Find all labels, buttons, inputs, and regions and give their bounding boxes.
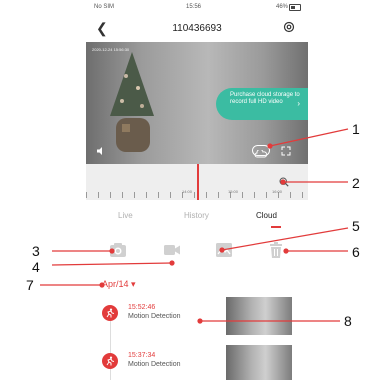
callout-number: 3 bbox=[32, 243, 40, 259]
timeline-label: 15:00 bbox=[228, 189, 239, 194]
callout-number: 2 bbox=[352, 175, 360, 191]
callout-number: 8 bbox=[344, 313, 352, 329]
trash-icon[interactable] bbox=[266, 240, 286, 260]
video-camera-icon[interactable] bbox=[162, 240, 182, 260]
speaker-icon[interactable] bbox=[96, 146, 106, 156]
event-type: Motion Detection bbox=[128, 313, 181, 320]
date-label: Apr/14 bbox=[102, 279, 129, 289]
event-thumbnail[interactable] bbox=[226, 297, 292, 335]
battery-icon bbox=[289, 4, 301, 11]
clock: 15:56 bbox=[186, 4, 202, 10]
timeline-playhead[interactable] bbox=[197, 164, 199, 200]
event-time: 15:37:34 bbox=[128, 352, 156, 359]
list-item[interactable]: 15:37:34 Motion Detection bbox=[86, 341, 308, 380]
camera-icon[interactable] bbox=[108, 240, 128, 260]
cloud-video-button[interactable] bbox=[252, 145, 270, 158]
event-time: 15:52:46 bbox=[128, 304, 156, 311]
app-header: ❮ 110436693 bbox=[86, 14, 308, 42]
caret-down-icon: ▾ bbox=[131, 279, 136, 289]
callout-number: 4 bbox=[32, 259, 40, 275]
tab-live[interactable]: Live bbox=[118, 211, 133, 220]
gear-icon[interactable] bbox=[282, 20, 296, 34]
motion-icon bbox=[102, 353, 118, 369]
timeline-label: 14:00 bbox=[182, 189, 193, 194]
event-type: Motion Detection bbox=[128, 361, 181, 368]
timeline-label: 16:00 bbox=[272, 189, 283, 194]
event-list: 15:52:46 Motion Detection 15:37:34 Motio… bbox=[86, 293, 308, 380]
christmas-tree-image bbox=[110, 52, 154, 152]
tab-history[interactable]: History bbox=[184, 211, 209, 220]
device-title: 110436693 bbox=[172, 23, 222, 34]
active-tab-indicator bbox=[271, 226, 281, 228]
date-selector[interactable]: Apr/14 ▾ bbox=[102, 279, 136, 290]
image-icon[interactable] bbox=[214, 240, 234, 260]
status-bar: No SIM 15:56 46% bbox=[86, 0, 308, 14]
callout-number: 1 bbox=[352, 121, 360, 137]
callout-number: 7 bbox=[26, 277, 34, 293]
timeline-scrubber[interactable]: 14:00 15:00 16:00 bbox=[86, 164, 308, 200]
battery-percent: 46% bbox=[275, 4, 288, 10]
live-video-view[interactable]: 2020-12-24 15:56:30 Purchase cloud stora… bbox=[86, 42, 308, 164]
promo-text: Purchase cloud storage to record full HD… bbox=[230, 92, 300, 105]
callout-number: 5 bbox=[352, 218, 360, 234]
motion-icon bbox=[102, 305, 118, 321]
list-item[interactable]: 15:52:46 Motion Detection bbox=[86, 293, 308, 337]
callout-number: 6 bbox=[352, 244, 360, 260]
fullscreen-icon[interactable] bbox=[281, 146, 291, 156]
action-toolbar bbox=[86, 232, 308, 268]
cloud-storage-promo[interactable]: Purchase cloud storage to record full HD… bbox=[216, 88, 308, 120]
playback-tabs: Live History Cloud bbox=[86, 200, 308, 230]
event-thumbnail[interactable] bbox=[226, 345, 292, 380]
chevron-right-icon: › bbox=[297, 99, 300, 108]
cloud-icon bbox=[254, 149, 268, 158]
tab-cloud[interactable]: Cloud bbox=[256, 211, 277, 220]
phone-screen: No SIM 15:56 46% ❮ 110436693 2020-12-24 … bbox=[86, 0, 308, 380]
carrier-label: No SIM bbox=[94, 4, 115, 10]
zoom-in-icon[interactable] bbox=[279, 177, 289, 187]
